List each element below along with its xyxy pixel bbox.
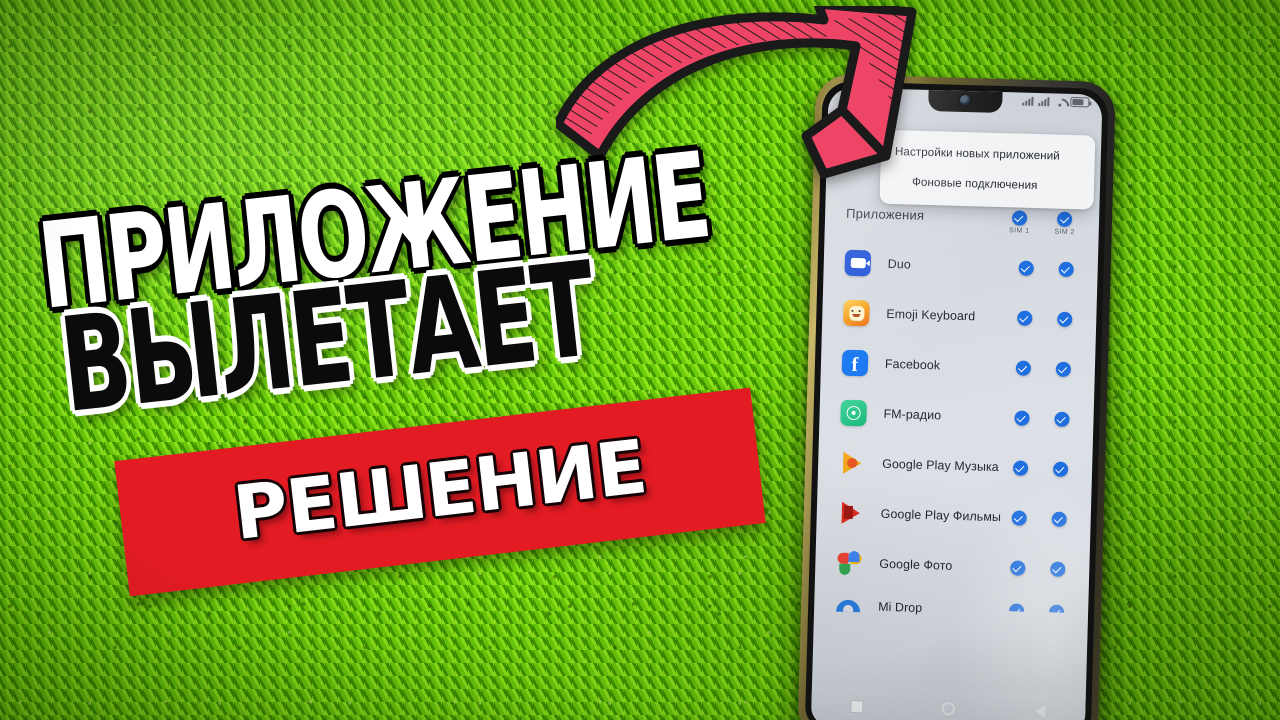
app-name: Google Фото: [879, 556, 953, 573]
thumbnail-stage: 15 Настройки новых приложений Фоновые по…: [0, 0, 1280, 720]
sim1-checkbox[interactable]: [1017, 310, 1033, 326]
row-checkboxes[interactable]: [1012, 459, 1080, 477]
phone-screen: 15 Настройки новых приложений Фоновые по…: [810, 87, 1103, 720]
sim2-checkbox[interactable]: [1055, 361, 1072, 377]
duo-icon: [844, 249, 872, 277]
app-list[interactable]: Duo Emoji Keyboard f Facebook FM-радио G…: [814, 237, 1099, 631]
sim1-select-all-checkbox[interactable]: [1011, 210, 1028, 226]
overflow-popup-menu[interactable]: Настройки новых приложений Фоновые подкл…: [879, 129, 1096, 210]
sim1-checkbox[interactable]: [1015, 360, 1032, 376]
search-input[interactable]: 15: [863, 150, 876, 162]
mi-drop-icon: [835, 593, 862, 620]
sim2-checkbox[interactable]: [1052, 461, 1069, 477]
table-row[interactable]: Google Фото: [815, 537, 1090, 595]
table-row[interactable]: Mi Drop: [814, 587, 1089, 631]
row-checkboxes[interactable]: [1010, 559, 1077, 577]
triangle-back-icon[interactable]: [1034, 704, 1046, 719]
row-checkboxes[interactable]: [1009, 603, 1076, 620]
phone-notch: [928, 89, 1003, 114]
sim2-checkbox[interactable]: [1051, 511, 1067, 527]
sim1-checkbox[interactable]: [1010, 559, 1026, 576]
row-checkboxes[interactable]: [1018, 260, 1086, 277]
app-name: Facebook: [884, 356, 941, 373]
sim2-checkbox[interactable]: [1049, 604, 1064, 619]
sim2-checkbox[interactable]: [1050, 561, 1066, 577]
facebook-icon: f: [841, 349, 869, 377]
google-photos-icon: [836, 550, 863, 577]
row-checkboxes[interactable]: [1015, 360, 1083, 377]
app-name: FM-радио: [883, 406, 942, 423]
google-play-music-icon: [839, 450, 866, 477]
app-name: Google Play Фильмы: [880, 506, 1002, 525]
sim1-checkbox[interactable]: [1018, 260, 1034, 276]
sim1-checkbox[interactable]: [1014, 409, 1030, 426]
signal-bars-icon: [1022, 96, 1034, 106]
app-name: Mi Drop: [878, 599, 923, 615]
table-row[interactable]: f Facebook: [820, 337, 1095, 395]
row-checkboxes[interactable]: [1014, 409, 1081, 427]
circle-home-icon[interactable]: [941, 701, 956, 716]
sim2-select-all-checkbox[interactable]: [1057, 211, 1073, 228]
battery-icon: [1070, 96, 1090, 108]
row-checkboxes[interactable]: [1017, 310, 1084, 327]
sim1-column-header[interactable]: SIM 1: [1009, 210, 1030, 235]
emoji-keyboard-icon: [843, 299, 870, 327]
google-play-movies-icon: [837, 500, 864, 527]
square-recents-icon[interactable]: [850, 700, 863, 712]
table-row[interactable]: Duo: [823, 237, 1098, 295]
front-camera-icon: [959, 94, 972, 107]
sim2-checkbox[interactable]: [1057, 311, 1073, 327]
apps-section-title: Приложения: [845, 205, 925, 223]
signal-bars-2-icon: [1038, 96, 1050, 106]
sim-column-headers: SIM 1 SIM 2: [1009, 210, 1087, 236]
sim2-checkbox[interactable]: [1058, 261, 1074, 277]
sim1-checkbox[interactable]: [1009, 603, 1024, 618]
table-row[interactable]: Emoji Keyboard: [822, 287, 1097, 345]
menu-item-background-connections[interactable]: Фоновые подключения: [880, 164, 1095, 200]
table-row[interactable]: Google Play Музыка: [818, 437, 1093, 495]
table-row[interactable]: FM-радио: [819, 387, 1094, 445]
wifi-icon: [1054, 97, 1065, 106]
status-bar: [1022, 96, 1090, 108]
app-name: Emoji Keyboard: [886, 306, 976, 324]
sim1-checkbox[interactable]: [1011, 509, 1027, 526]
sim2-column-header[interactable]: SIM 2: [1054, 211, 1075, 237]
sim2-label: SIM 2: [1054, 228, 1075, 237]
android-navigation-bar[interactable]: [810, 684, 1086, 720]
sim1-checkbox[interactable]: [1012, 459, 1029, 476]
fm-radio-icon: [840, 399, 867, 427]
sim2-checkbox[interactable]: [1054, 411, 1070, 427]
app-name: Google Play Музыка: [881, 456, 999, 475]
search-icon: [846, 150, 857, 161]
app-name: Duo: [887, 256, 911, 272]
phone-device: 15 Настройки новых приложений Фоновые по…: [797, 73, 1116, 720]
row-checkboxes[interactable]: [1011, 509, 1079, 527]
table-row[interactable]: Google Play Фильмы: [816, 487, 1091, 545]
sim1-label: SIM 1: [1009, 227, 1030, 235]
search-row[interactable]: 15: [846, 150, 876, 162]
apps-section-header: Приложения SIM 1 SIM 2: [846, 206, 1088, 237]
